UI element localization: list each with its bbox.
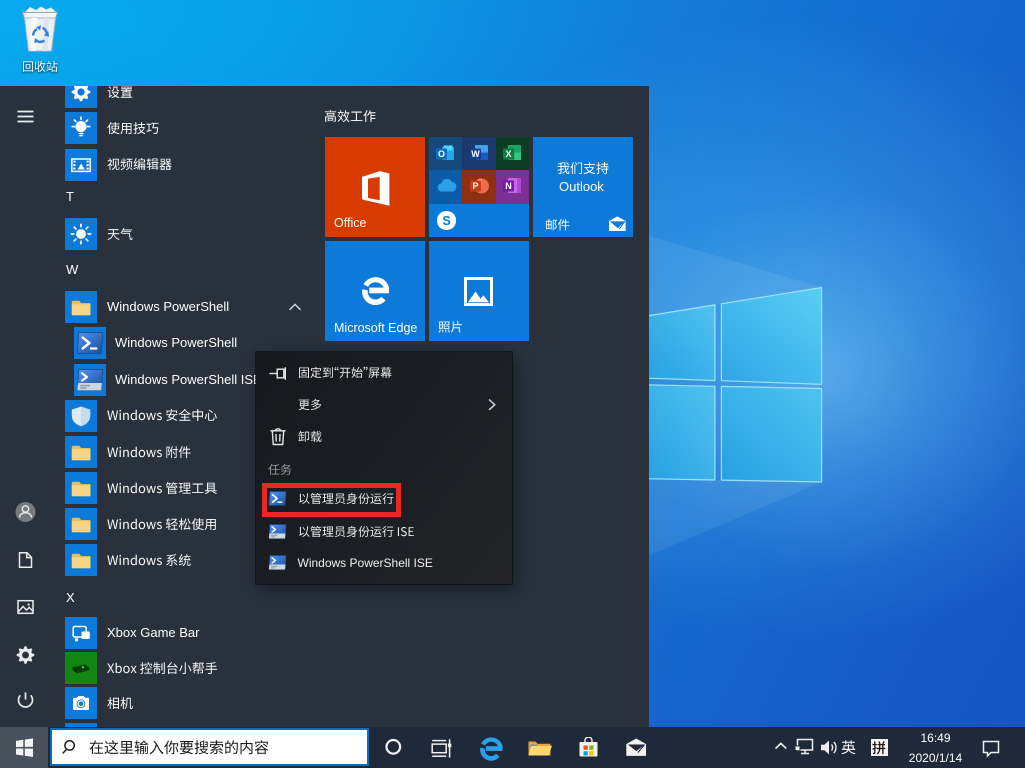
svg-text:O: O [438,149,445,159]
svg-text:N: N [505,181,512,191]
svg-text:S: S [442,214,450,228]
svg-text:W: W [471,149,480,159]
svg-text:X: X [505,149,511,159]
svg-text:P: P [472,181,478,191]
